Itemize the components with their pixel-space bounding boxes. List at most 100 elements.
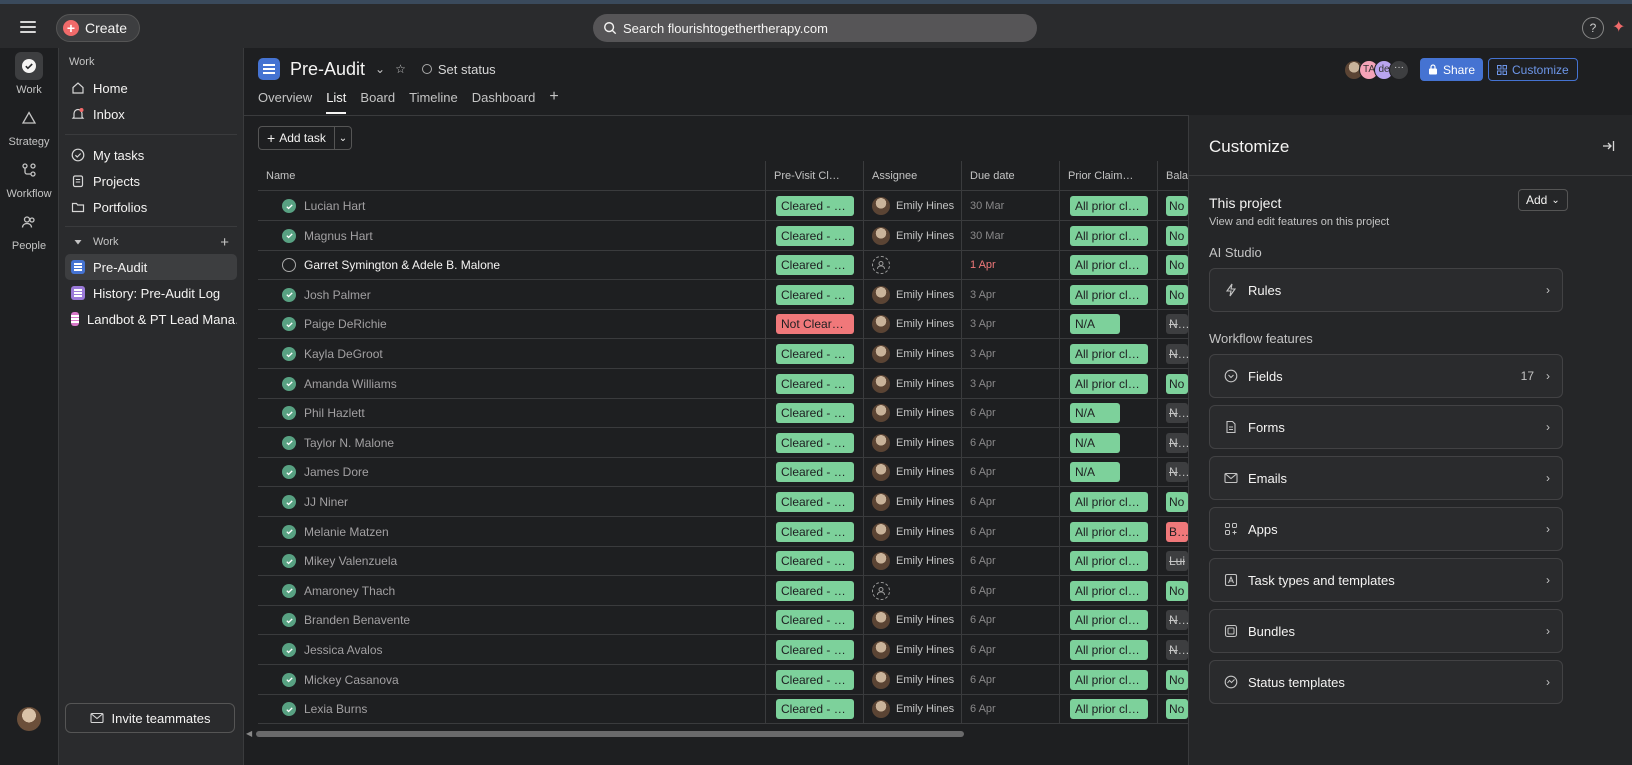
collapse-panel-icon[interactable] [1601,139,1615,153]
rail-people[interactable]: People [0,208,58,252]
sidebar-work-group[interactable]: Work + [65,229,237,255]
column-header-balance[interactable]: Balan [1158,161,1188,191]
name-cell[interactable]: James Dore [258,457,766,488]
add-project-icon[interactable]: + [220,234,229,251]
balance-cell[interactable]: N/A [1158,309,1188,339]
complete-task-checkbox[interactable] [282,643,296,657]
balance-cell[interactable]: No [1158,694,1188,724]
prior-claim-cell[interactable]: N/A [1060,457,1158,488]
sidebar-item-home[interactable]: Home [65,75,237,101]
task-name[interactable]: Phil Hazlett [304,406,365,420]
table-row[interactable]: Lucian Hart Cleared - n… Emily Hines 30 … [258,191,1188,221]
pre-visit-cell[interactable]: Cleared - n… [766,220,864,251]
sidebar-item-inbox[interactable]: Inbox [65,101,237,127]
tab-timeline[interactable]: Timeline [409,90,458,114]
name-cell[interactable]: Jessica Avalos [258,635,766,665]
assignee[interactable] [872,581,890,600]
balance-cell[interactable]: No [1158,369,1188,399]
task-name[interactable]: JJ Niner [304,495,348,509]
complete-task-checkbox[interactable] [282,672,296,687]
assignee[interactable]: Emily Hines [872,285,954,304]
table-row[interactable]: Paige DeRichie Not Cleare… Emily Hines 3… [258,309,1188,340]
pre-visit-cell[interactable]: Cleared - n… [766,427,864,458]
assignee-cell[interactable]: Emily Hines [864,546,962,577]
add-tab-icon[interactable]: + [549,89,558,114]
complete-task-checkbox[interactable] [282,524,296,539]
assignee-cell[interactable]: Emily Hines [864,694,962,725]
assignee-cell[interactable]: Emily Hines [864,220,962,251]
feature-card-forms[interactable]: Forms › [1209,405,1563,449]
horizontal-scrollbar[interactable]: ◀ [244,729,1188,739]
complete-task-checkbox[interactable] [282,228,296,243]
due-date-cell[interactable]: 6 Apr [962,635,1060,665]
prior-claim-cell[interactable]: All prior cla… [1060,694,1158,725]
pre-visit-cell[interactable]: Cleared - n… [766,191,864,221]
prior-claim-cell[interactable]: All prior cla… [1060,664,1158,695]
rail-strategy[interactable]: Strategy [0,104,58,148]
pre-visit-cell[interactable]: Cleared - n… [766,605,864,636]
due-date-cell[interactable]: 6 Apr [962,605,1060,636]
name-cell[interactable]: Amanda Williams [258,368,766,399]
table-row[interactable]: James Dore Cleared - n… Emily Hines 6 Ap… [258,457,1188,488]
balance-cell[interactable]: N/A [1158,398,1188,428]
balance-cell[interactable]: N/A [1158,605,1188,635]
column-header-pre-visit[interactable]: Pre-Visit Cl… [766,161,864,191]
balance-cell[interactable]: Bal [1158,517,1188,547]
page-title[interactable]: Pre-Audit [290,59,365,80]
prior-claim-cell[interactable]: N/A [1060,309,1158,340]
prior-claim-cell[interactable]: N/A [1060,398,1158,429]
table-row[interactable]: Taylor N. Malone Cleared - n… Emily Hine… [258,427,1188,458]
table-row[interactable]: Mickey Casanova Cleared - n… Emily Hines… [258,664,1188,695]
name-cell[interactable]: Josh Palmer [258,279,766,310]
pre-visit-cell[interactable]: Cleared - n… [766,694,864,725]
complete-task-checkbox[interactable] [282,435,296,450]
task-name[interactable]: Mikey Valenzuela [304,554,397,568]
tab-overview[interactable]: Overview [258,90,312,114]
assignee-cell[interactable] [864,575,962,606]
prior-claim-cell[interactable]: All prior cla… [1060,250,1158,281]
name-cell[interactable]: Mikey Valenzuela [258,546,766,577]
task-name[interactable]: Lucian Hart [304,199,365,213]
assignee-cell[interactable]: Emily Hines [864,339,962,369]
name-cell[interactable]: Lucian Hart [258,191,766,221]
search-bar[interactable]: Search flourishtogethertherapy.com [593,14,1037,42]
prior-claim-cell[interactable]: All prior cla… [1060,575,1158,606]
assignee[interactable]: Emily Hines [872,493,954,511]
complete-task-checkbox[interactable] [282,702,296,717]
member-avatars[interactable]: TA de ··· [1344,60,1409,80]
assignee-cell[interactable]: Emily Hines [864,279,962,310]
pre-visit-cell[interactable]: Cleared - n… [766,664,864,695]
balance-cell[interactable]: N/A [1158,635,1188,665]
table-row[interactable]: Josh Palmer Cleared - n… Emily Hines 3 A… [258,279,1188,310]
pre-visit-cell[interactable]: Cleared - n… [766,339,864,369]
complete-task-checkbox[interactable] [282,258,296,273]
task-name[interactable]: Melanie Matzen [304,525,389,539]
tab-board[interactable]: Board [360,90,395,114]
balance-cell[interactable]: No [1158,221,1188,251]
complete-task-checkbox[interactable] [282,406,296,421]
task-name[interactable]: Kayla DeGroot [304,347,383,361]
feature-card-bundles[interactable]: Bundles › [1209,609,1563,653]
chevron-down-icon[interactable]: ⌄ [375,62,385,76]
prior-claim-cell[interactable]: All prior cla… [1060,279,1158,310]
scrollbar-thumb[interactable] [256,731,964,737]
pre-visit-cell[interactable]: Cleared - n… [766,575,864,606]
assignee[interactable]: Emily Hines [872,404,954,423]
customize-button[interactable]: Customize [1488,58,1578,81]
pre-visit-cell[interactable]: Cleared - n… [766,546,864,577]
invite-teammates-button[interactable]: Invite teammates [65,703,235,733]
assignee[interactable]: Emily Hines [872,700,954,719]
star-icon[interactable]: ☆ [395,62,406,76]
name-cell[interactable]: Mickey Casanova [258,664,766,695]
pre-visit-cell[interactable]: Cleared - n… [766,398,864,429]
assignee-cell[interactable]: Emily Hines [864,635,962,665]
due-date-cell[interactable]: 6 Apr [962,546,1060,577]
name-cell[interactable]: Magnus Hart [258,220,766,251]
balance-cell[interactable]: No [1158,191,1188,221]
assignee[interactable]: Emily Hines [872,641,954,659]
add-task-button[interactable]: + Add task [259,127,335,149]
ai-sparkle-icon[interactable]: ✦ [1612,17,1632,39]
table-row[interactable]: Branden Benavente Cleared - n… Emily Hin… [258,605,1188,636]
feature-card-apps[interactable]: Apps › [1209,507,1563,551]
name-cell[interactable]: Lexia Burns [258,694,766,725]
